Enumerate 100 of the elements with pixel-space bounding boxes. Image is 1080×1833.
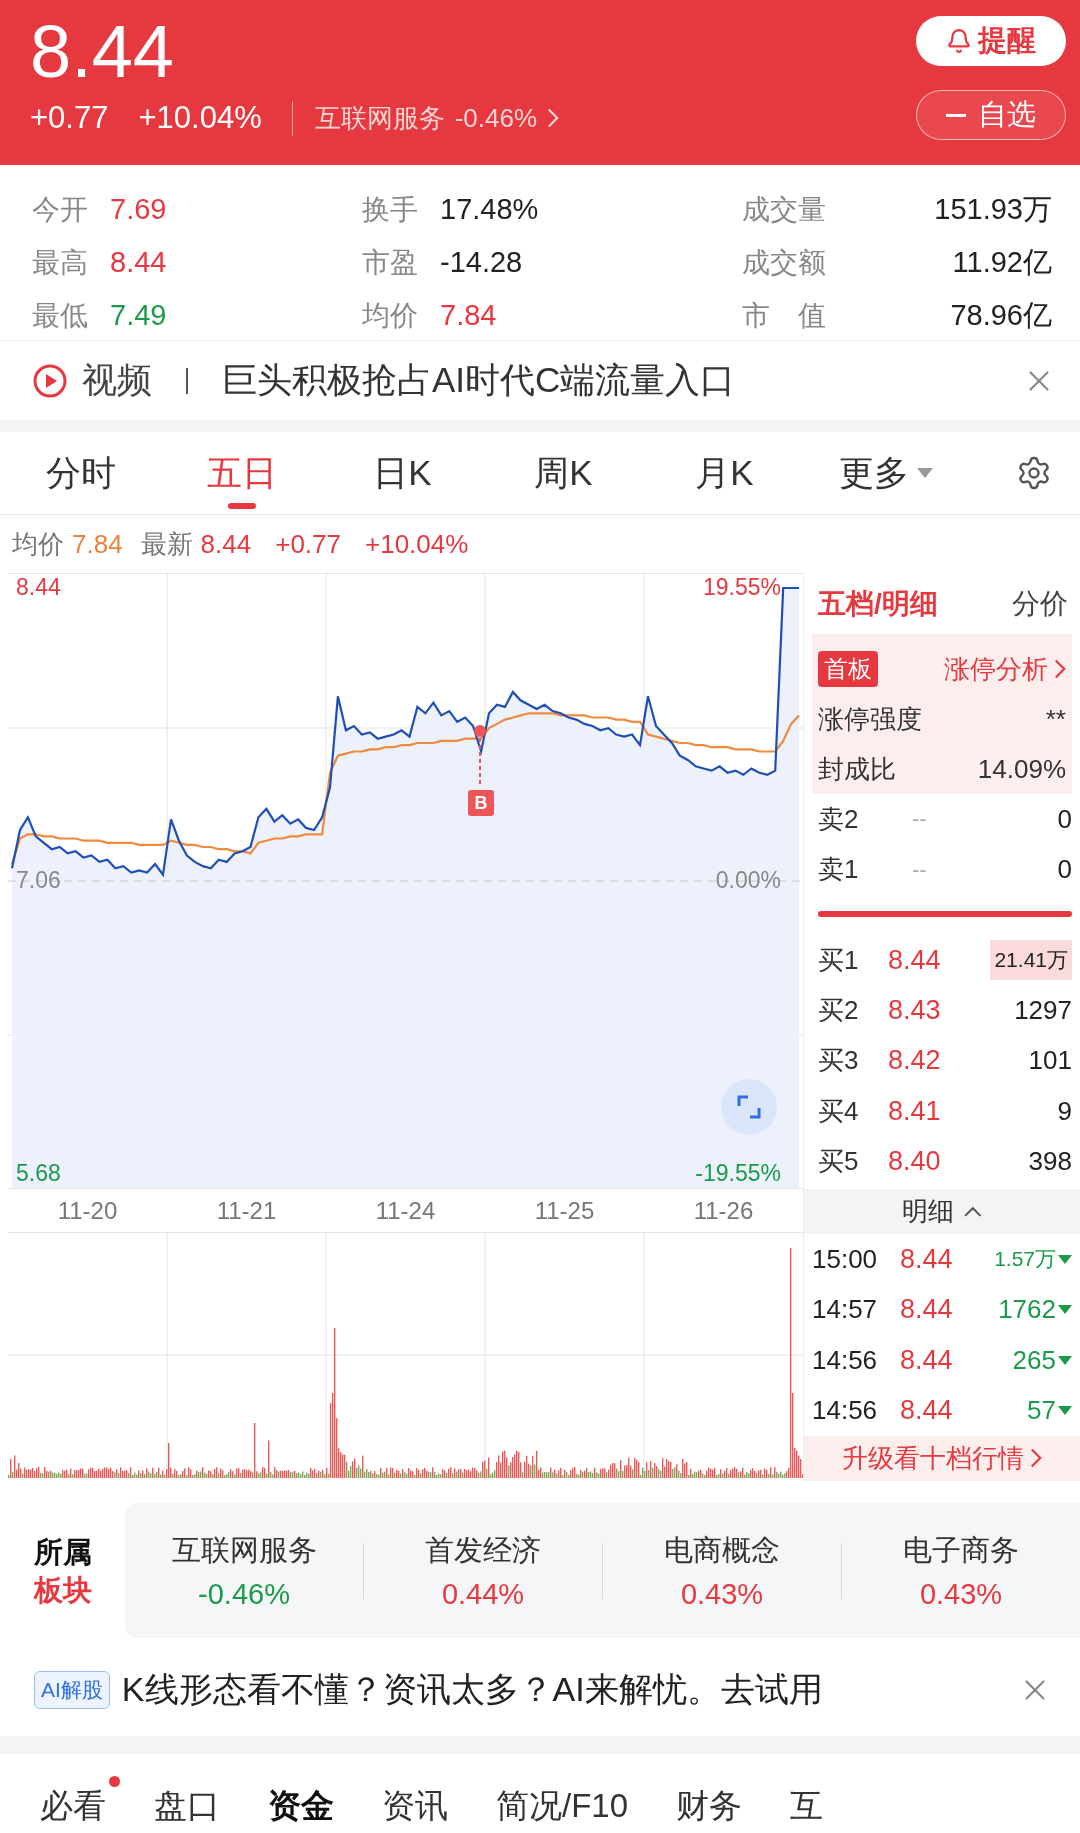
trade-price: 8.44 xyxy=(900,1243,954,1275)
alert-button[interactable]: 提醒 xyxy=(916,16,1066,66)
stat-label: 最低 xyxy=(32,298,88,333)
bid-label: 买4 xyxy=(818,1094,860,1128)
bottom-tab[interactable]: 盘口 xyxy=(154,1774,234,1831)
bid-volume: 21.41万 xyxy=(990,940,1072,981)
bottom-tab[interactable]: 资讯 xyxy=(382,1774,462,1831)
stat-label: 市 值 xyxy=(742,298,826,333)
stat-label: 今开 xyxy=(32,192,88,227)
bid-price: 8.40 xyxy=(888,1145,942,1177)
stat-value: 7.84 xyxy=(440,299,497,332)
bid-volume: 1297 xyxy=(1014,994,1072,1026)
limit-label: 涨停强度 xyxy=(818,702,922,736)
axis-label: 5.68 xyxy=(16,1160,61,1187)
stat-label: 换手 xyxy=(362,192,418,227)
news-tag: 视频 xyxy=(82,357,152,404)
chart-tab[interactable]: 周K xyxy=(483,431,644,515)
chart-tab[interactable]: 五日 xyxy=(161,431,322,515)
bid-price: 8.42 xyxy=(888,1045,942,1077)
bid-volume: 398 xyxy=(1028,1145,1072,1177)
axis-label: -19.55% xyxy=(695,1160,781,1187)
trade-volume: 1.57万 xyxy=(994,1245,1072,1274)
stat-label: 市盈 xyxy=(362,245,418,280)
stat-label: 最高 xyxy=(32,245,88,280)
trade-time: 14:56 xyxy=(812,1344,879,1376)
info-value: 8.44 xyxy=(200,528,252,560)
bid-volume: 9 xyxy=(1057,1095,1072,1127)
ai-prompt[interactable]: K线形态看不懂？资讯太多？AI来解忧。去试用 xyxy=(121,1667,1006,1713)
marker-pin xyxy=(474,725,486,785)
limit-value: 14.09% xyxy=(977,753,1066,785)
trade-price: 8.44 xyxy=(900,1344,954,1376)
limit-badge: 首板 xyxy=(818,651,878,688)
limit-label: 封成比 xyxy=(818,752,896,786)
sector-item[interactable]: 互联网服务 -0.46% xyxy=(125,1530,363,1611)
stat-label: 成交额 xyxy=(742,245,826,280)
stat-value: -14.28 xyxy=(440,246,523,279)
bottom-tab[interactable]: 简况/F10 xyxy=(496,1774,643,1831)
bid-price: 8.44 xyxy=(888,944,942,976)
chart-tab[interactable]: 月K xyxy=(644,431,805,515)
ask-label: 卖2 xyxy=(818,802,860,836)
trade-time: 14:56 xyxy=(812,1394,879,1426)
chart-tab[interactable]: 更多 xyxy=(805,431,966,515)
price-change: +0.77 xyxy=(30,100,109,136)
ai-badge: AI解股 xyxy=(34,1671,110,1709)
sector-item[interactable]: 电商概念 0.43% xyxy=(603,1530,841,1611)
bid-price: 8.41 xyxy=(888,1095,942,1127)
trade-price: 8.44 xyxy=(900,1394,954,1426)
info-label: 均价 xyxy=(12,527,64,561)
ask-price: -- xyxy=(911,856,928,883)
stat-value: 11.92亿 xyxy=(952,244,1052,280)
chevron-icon xyxy=(1054,659,1066,680)
info-value: +0.77 xyxy=(275,528,341,560)
trade-price: 8.44 xyxy=(900,1294,954,1326)
date-label: 11-25 xyxy=(534,1196,595,1225)
down-triangle-icon xyxy=(1058,1254,1072,1264)
stat-value: 78.96亿 xyxy=(950,297,1052,333)
order-book-tab[interactable]: 五档/明细 xyxy=(818,584,938,623)
stat-label: 成交量 xyxy=(742,192,826,227)
stat-value: 151.93万 xyxy=(934,191,1052,227)
bottom-tab[interactable]: 资金 xyxy=(268,1774,348,1831)
play-icon xyxy=(32,362,68,399)
bid-label: 买3 xyxy=(818,1044,860,1078)
sector-item[interactable]: 首发经济 0.44% xyxy=(364,1530,602,1611)
bottom-tab[interactable]: 必看 xyxy=(40,1774,120,1831)
stat-value: 8.44 xyxy=(110,246,167,279)
chart-tab[interactable]: 日K xyxy=(322,431,483,515)
bottom-tab[interactable]: 互 xyxy=(790,1774,838,1831)
bell-icon xyxy=(946,28,972,54)
bottom-tab[interactable]: 财务 xyxy=(676,1774,757,1831)
upgrade-button[interactable]: 升级看十档行情 xyxy=(804,1435,1080,1481)
bid-volume: 101 xyxy=(1028,1045,1072,1077)
trade-volume: 57 xyxy=(1027,1394,1072,1426)
sector-heading: 板块 xyxy=(33,1572,92,1608)
watchlist-button[interactable]: 自选 xyxy=(916,90,1066,140)
trade-volume: 265 xyxy=(1012,1344,1072,1376)
info-value: +10.04% xyxy=(365,528,469,560)
chart-tab[interactable]: 分时 xyxy=(0,431,161,515)
minus-icon xyxy=(946,113,966,117)
stat-label: 均价 xyxy=(362,298,418,333)
ask-volume: 0 xyxy=(1057,854,1072,886)
fullscreen-icon xyxy=(736,1094,762,1120)
percent-change: +10.04% xyxy=(138,100,262,136)
info-value: 7.84 xyxy=(72,528,123,560)
date-label: 11-20 xyxy=(57,1196,118,1225)
limit-analysis-link[interactable]: 涨停分析 xyxy=(944,651,1066,687)
detail-toggle[interactable]: 明细 xyxy=(804,1188,1080,1235)
caret-icon xyxy=(916,468,933,478)
sector-heading: 所属 xyxy=(33,1534,92,1570)
date-label: 11-24 xyxy=(375,1196,436,1225)
news-headline[interactable]: 巨头积极抢占AI时代C端流量入口 xyxy=(222,357,1008,404)
down-triangle-icon xyxy=(1058,1355,1072,1365)
order-book-tab[interactable]: 分价 xyxy=(1012,584,1068,623)
stat-value: 7.49 xyxy=(110,299,167,332)
trade-volume: 1762 xyxy=(998,1294,1072,1326)
axis-label: 0.00% xyxy=(715,867,781,894)
bid-price: 8.43 xyxy=(888,994,942,1026)
date-label: 11-21 xyxy=(216,1196,277,1225)
sector-item[interactable]: 电子商务 0.43% xyxy=(842,1530,1080,1611)
bid-label: 买2 xyxy=(818,993,860,1027)
bid-label: 买1 xyxy=(818,943,860,977)
